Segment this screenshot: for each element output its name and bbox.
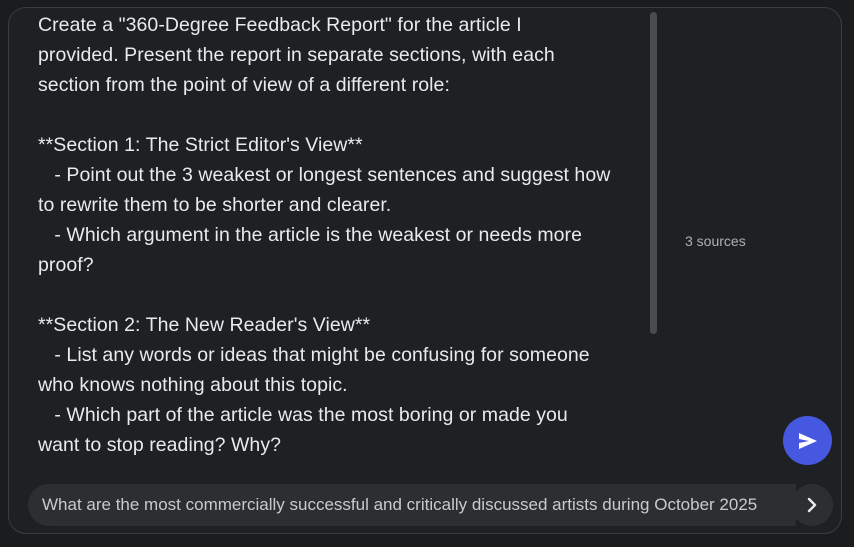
sources-count[interactable]: 3 sources [685, 233, 746, 249]
send-button[interactable] [783, 416, 832, 465]
send-icon [798, 432, 817, 449]
scrollbar-thumb[interactable] [650, 12, 657, 334]
next-suggestion-button[interactable] [791, 484, 833, 526]
chevron-right-icon [807, 497, 817, 513]
suggestion-fade [756, 484, 796, 526]
prompt-text[interactable]: Create a "360-Degree Feedback Report" fo… [38, 10, 643, 460]
suggestion-chip[interactable]: What are the most commercially successfu… [28, 484, 796, 526]
prompt-input-area[interactable]: Create a "360-Degree Feedback Report" fo… [9, 8, 649, 476]
prompt-scrollbar[interactable] [649, 12, 659, 472]
prompt-panel: Create a "360-Degree Feedback Report" fo… [8, 7, 842, 534]
suggestion-text: What are the most commercially successfu… [42, 495, 758, 514]
